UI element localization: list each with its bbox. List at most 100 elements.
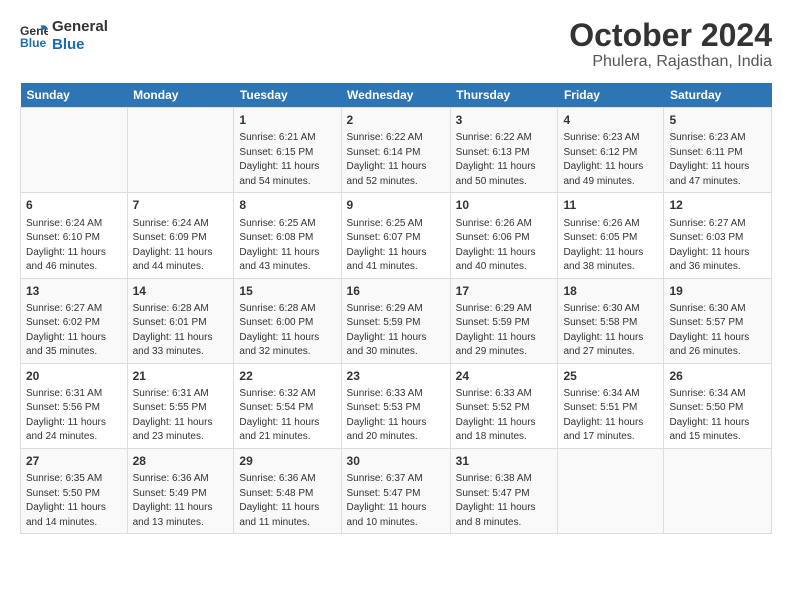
logo: General Blue General Blue xyxy=(20,18,108,54)
day-number: 13 xyxy=(26,283,122,299)
day-number: 18 xyxy=(563,283,658,299)
day-number: 26 xyxy=(669,368,766,384)
table-cell: 3 Sunrise: 6:22 AMSunset: 6:13 PMDaylight… xyxy=(450,108,558,193)
table-cell: 2Sunrise: 6:22 AMSunset: 6:14 PMDaylight… xyxy=(341,108,450,193)
day-number: 29 xyxy=(239,453,335,469)
col-thursday: Thursday xyxy=(450,83,558,108)
col-monday: Monday xyxy=(127,83,234,108)
table-cell xyxy=(558,448,664,533)
cell-info: Sunrise: 6:23 AMSunset: 6:11 PMDaylight:… xyxy=(669,132,749,187)
table-cell: 18 Sunrise: 6:30 AMSunset: 5:58 PMDayligh… xyxy=(558,278,664,363)
table-cell: 26 Sunrise: 6:34 AMSunset: 5:50 PMDayligh… xyxy=(664,363,772,448)
table-cell: 4 Sunrise: 6:23 AMSunset: 6:12 PMDaylight… xyxy=(558,108,664,193)
day-number: 23 xyxy=(347,368,445,384)
day-number: 30 xyxy=(347,453,445,469)
page-title: October 2024 xyxy=(569,18,772,53)
header: General Blue General Blue October 2024 P… xyxy=(20,18,772,71)
cell-info: Sunrise: 6:24 AMSunset: 6:10 PMDaylight:… xyxy=(26,218,106,273)
day-number: 12 xyxy=(669,197,766,213)
day-number: 20 xyxy=(26,368,122,384)
col-sunday: Sunday xyxy=(21,83,128,108)
table-cell: 30 Sunrise: 6:37 AMSunset: 5:47 PMDayligh… xyxy=(341,448,450,533)
day-number: 1 xyxy=(239,112,335,128)
cell-info: Sunrise: 6:27 AMSunset: 6:02 PMDaylight:… xyxy=(26,303,106,358)
table-cell: 5 Sunrise: 6:23 AMSunset: 6:11 PMDaylight… xyxy=(664,108,772,193)
cell-info: Sunrise: 6:21 AMSunset: 6:15 PMDaylight:… xyxy=(239,132,319,187)
table-cell: 19 Sunrise: 6:30 AMSunset: 5:57 PMDayligh… xyxy=(664,278,772,363)
day-number: 15 xyxy=(239,283,335,299)
day-number: 3 xyxy=(456,112,553,128)
day-number: 10 xyxy=(456,197,553,213)
day-number: 14 xyxy=(133,283,229,299)
logo-icon: General Blue xyxy=(20,22,48,50)
day-number: 16 xyxy=(347,283,445,299)
logo-text-blue: Blue xyxy=(52,36,108,54)
title-block: October 2024 Phulera, Rajasthan, India xyxy=(569,18,772,71)
cell-info: Sunrise: 6:33 AMSunset: 5:53 PMDaylight:… xyxy=(347,388,427,443)
table-cell: 24Sunrise: 6:33 AMSunset: 5:52 PMDayligh… xyxy=(450,363,558,448)
day-number: 31 xyxy=(456,453,553,469)
page-subtitle: Phulera, Rajasthan, India xyxy=(569,53,772,71)
table-cell: 1 Sunrise: 6:21 AMSunset: 6:15 PMDaylight… xyxy=(234,108,341,193)
cell-info: Sunrise: 6:22 AMSunset: 6:14 PMDaylight:… xyxy=(347,132,427,187)
table-cell: 22 Sunrise: 6:32 AMSunset: 5:54 PMDayligh… xyxy=(234,363,341,448)
cell-info: Sunrise: 6:25 AMSunset: 6:08 PMDaylight:… xyxy=(239,218,319,273)
col-tuesday: Tuesday xyxy=(234,83,341,108)
table-cell: 10 Sunrise: 6:26 AMSunset: 6:06 PMDayligh… xyxy=(450,193,558,278)
table-cell: 28Sunrise: 6:36 AMSunset: 5:49 PMDayligh… xyxy=(127,448,234,533)
cell-info: Sunrise: 6:29 AMSunset: 5:59 PMDaylight:… xyxy=(347,303,427,358)
table-cell: 25 Sunrise: 6:34 AMSunset: 5:51 PMDayligh… xyxy=(558,363,664,448)
cell-info: Sunrise: 6:31 AMSunset: 5:55 PMDaylight:… xyxy=(133,388,213,443)
cell-info: Sunrise: 6:26 AMSunset: 6:06 PMDaylight:… xyxy=(456,218,536,273)
table-cell xyxy=(127,108,234,193)
cell-info: Sunrise: 6:38 AMSunset: 5:47 PMDaylight:… xyxy=(456,473,536,528)
cell-info: Sunrise: 6:30 AMSunset: 5:58 PMDaylight:… xyxy=(563,303,643,358)
cell-info: Sunrise: 6:28 AMSunset: 6:00 PMDaylight:… xyxy=(239,303,319,358)
day-number: 5 xyxy=(669,112,766,128)
table-row: 6Sunrise: 6:24 AMSunset: 6:10 PMDaylight… xyxy=(21,193,772,278)
table-row: 20 Sunrise: 6:31 AMSunset: 5:56 PMDayligh… xyxy=(21,363,772,448)
cell-info: Sunrise: 6:34 AMSunset: 5:50 PMDaylight:… xyxy=(669,388,749,443)
cell-info: Sunrise: 6:34 AMSunset: 5:51 PMDaylight:… xyxy=(563,388,643,443)
table-cell: 8 Sunrise: 6:25 AMSunset: 6:08 PMDaylight… xyxy=(234,193,341,278)
table-cell xyxy=(664,448,772,533)
calendar-table: Sunday Monday Tuesday Wednesday Thursday… xyxy=(20,83,772,534)
cell-info: Sunrise: 6:24 AMSunset: 6:09 PMDaylight:… xyxy=(133,218,213,273)
page: General Blue General Blue October 2024 P… xyxy=(0,0,792,612)
day-number: 9 xyxy=(347,197,445,213)
table-cell: 23 Sunrise: 6:33 AMSunset: 5:53 PMDayligh… xyxy=(341,363,450,448)
cell-info: Sunrise: 6:31 AMSunset: 5:56 PMDaylight:… xyxy=(26,388,106,443)
table-cell: 29Sunrise: 6:36 AMSunset: 5:48 PMDayligh… xyxy=(234,448,341,533)
col-friday: Friday xyxy=(558,83,664,108)
table-row: 1 Sunrise: 6:21 AMSunset: 6:15 PMDaylight… xyxy=(21,108,772,193)
cell-info: Sunrise: 6:22 AMSunset: 6:13 PMDaylight:… xyxy=(456,132,536,187)
day-number: 22 xyxy=(239,368,335,384)
col-saturday: Saturday xyxy=(664,83,772,108)
cell-info: Sunrise: 6:29 AMSunset: 5:59 PMDaylight:… xyxy=(456,303,536,358)
table-cell: 15 Sunrise: 6:28 AMSunset: 6:00 PMDayligh… xyxy=(234,278,341,363)
table-cell xyxy=(21,108,128,193)
cell-info: Sunrise: 6:25 AMSunset: 6:07 PMDaylight:… xyxy=(347,218,427,273)
svg-text:Blue: Blue xyxy=(20,36,47,50)
day-number: 19 xyxy=(669,283,766,299)
table-cell: 31 Sunrise: 6:38 AMSunset: 5:47 PMDayligh… xyxy=(450,448,558,533)
cell-info: Sunrise: 6:23 AMSunset: 6:12 PMDaylight:… xyxy=(563,132,643,187)
cell-info: Sunrise: 6:28 AMSunset: 6:01 PMDaylight:… xyxy=(133,303,213,358)
day-number: 25 xyxy=(563,368,658,384)
table-cell: 6Sunrise: 6:24 AMSunset: 6:10 PMDaylight… xyxy=(21,193,128,278)
day-number: 4 xyxy=(563,112,658,128)
cell-info: Sunrise: 6:36 AMSunset: 5:49 PMDaylight:… xyxy=(133,473,213,528)
cell-info: Sunrise: 6:26 AMSunset: 6:05 PMDaylight:… xyxy=(563,218,643,273)
table-cell: 7 Sunrise: 6:24 AMSunset: 6:09 PMDaylight… xyxy=(127,193,234,278)
cell-info: Sunrise: 6:37 AMSunset: 5:47 PMDaylight:… xyxy=(347,473,427,528)
logo-text-general: General xyxy=(52,18,108,36)
table-cell: 16 Sunrise: 6:29 AMSunset: 5:59 PMDayligh… xyxy=(341,278,450,363)
table-cell: 12Sunrise: 6:27 AMSunset: 6:03 PMDayligh… xyxy=(664,193,772,278)
day-number: 24 xyxy=(456,368,553,384)
cell-info: Sunrise: 6:30 AMSunset: 5:57 PMDaylight:… xyxy=(669,303,749,358)
day-number: 8 xyxy=(239,197,335,213)
table-header-row: Sunday Monday Tuesday Wednesday Thursday… xyxy=(21,83,772,108)
day-number: 7 xyxy=(133,197,229,213)
cell-info: Sunrise: 6:32 AMSunset: 5:54 PMDaylight:… xyxy=(239,388,319,443)
table-cell: 14 Sunrise: 6:28 AMSunset: 6:01 PMDayligh… xyxy=(127,278,234,363)
